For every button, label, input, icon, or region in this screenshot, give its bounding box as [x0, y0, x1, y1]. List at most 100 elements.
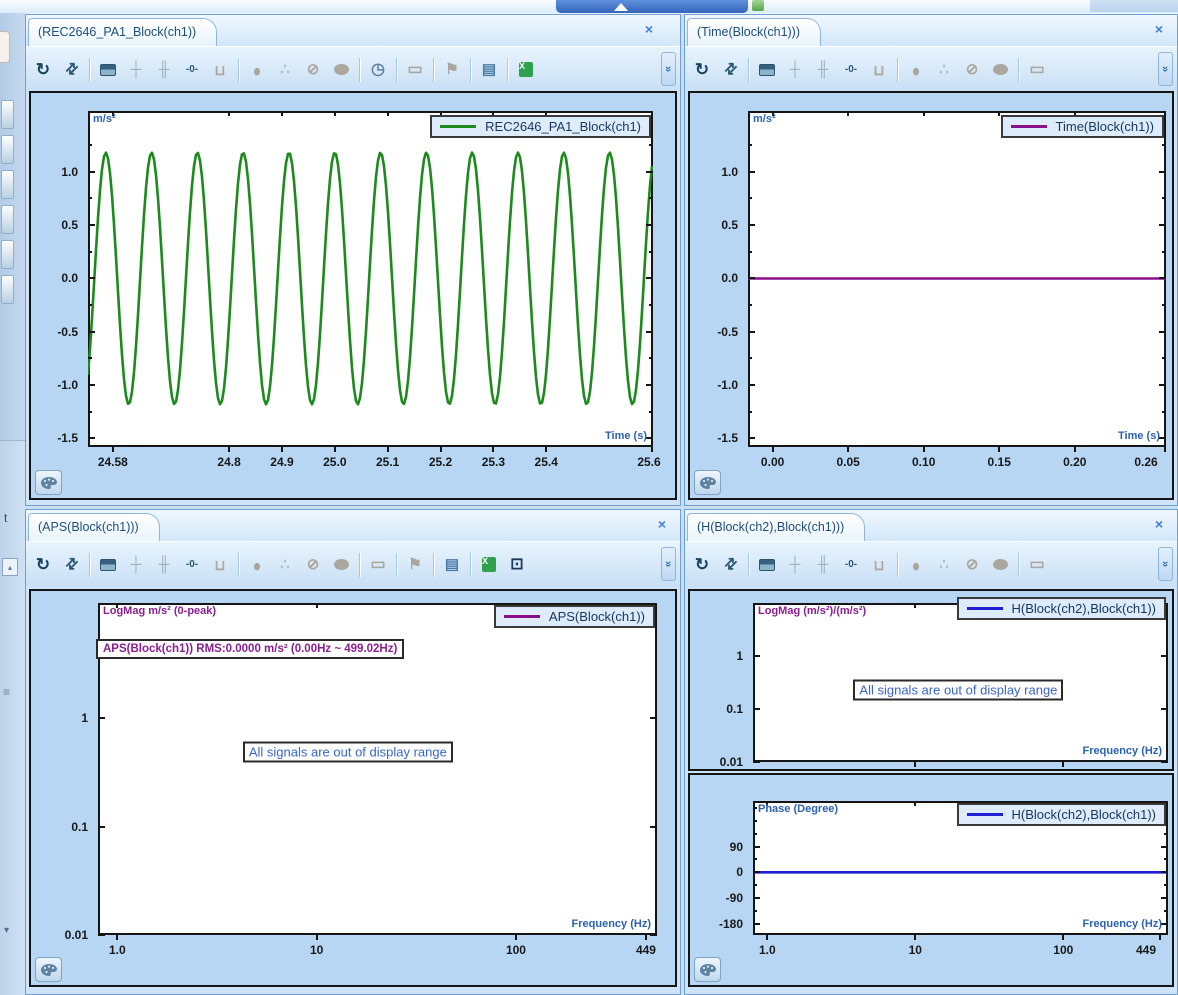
window-icon[interactable]: [98, 58, 118, 82]
axis-tick: [88, 437, 95, 439]
sliders-icon[interactable]: ╫: [154, 553, 174, 577]
trash-icon[interactable]: ⊔: [869, 58, 889, 82]
excel-icon[interactable]: X: [479, 553, 499, 577]
toolbar-overflow-button[interactable]: »: [1158, 547, 1173, 581]
axis-tick: [88, 384, 95, 386]
axis-tick: [1161, 761, 1168, 763]
ruler-icon[interactable]: ▭: [1027, 553, 1047, 577]
refresh-icon[interactable]: ↻: [33, 553, 53, 577]
dock-mini-button[interactable]: [1, 170, 14, 199]
close-icon[interactable]: ×: [658, 517, 666, 531]
no-draw-icon[interactable]: ⊘: [303, 553, 323, 577]
scatter-icon[interactable]: ∴: [275, 58, 295, 82]
window-icon[interactable]: [98, 553, 118, 577]
comment-icon[interactable]: [331, 58, 351, 82]
dock-mini-button[interactable]: [1, 100, 14, 129]
close-icon[interactable]: ×: [645, 22, 653, 36]
no-draw-icon[interactable]: ⊘: [962, 58, 982, 82]
pin-icon[interactable]: ●: [247, 553, 267, 577]
excel-icon[interactable]: X: [516, 58, 536, 82]
window-icon[interactable]: [757, 58, 777, 82]
pin-icon[interactable]: ●: [906, 58, 926, 82]
flag-icon[interactable]: ⚑: [405, 553, 425, 577]
pin-icon[interactable]: ●: [906, 553, 926, 577]
ruler-icon[interactable]: ▭: [368, 553, 388, 577]
axis-tick: [387, 111, 389, 116]
panel-tab[interactable]: (REC2646_PA1_Block(ch1)): [28, 18, 217, 46]
close-icon[interactable]: ×: [1155, 22, 1163, 36]
dock-mini-button[interactable]: [1, 205, 14, 234]
panel-tab[interactable]: (Time(Block(ch1))): [687, 18, 821, 46]
panel-tab[interactable]: (H(Block(ch2),Block(ch1))): [687, 513, 865, 541]
palette-button[interactable]: [35, 957, 62, 982]
no-draw-icon[interactable]: ⊘: [303, 58, 323, 82]
comment-icon[interactable]: [990, 553, 1010, 577]
close-icon[interactable]: ×: [1155, 517, 1163, 531]
sliders-icon[interactable]: ╫: [813, 553, 833, 577]
axis-minor-tick: [649, 304, 653, 306]
tick-label: 1: [31, 711, 88, 725]
note-icon[interactable]: ▤: [442, 553, 462, 577]
toolbar-overflow-button[interactable]: »: [661, 547, 676, 581]
dock-arrow-icon[interactable]: ▾: [4, 925, 9, 936]
axis-tick: [651, 446, 653, 452]
note-icon[interactable]: ▤: [479, 58, 499, 82]
sliders-icon[interactable]: ╫: [154, 58, 174, 82]
expand-icon[interactable]: ⇅: [720, 58, 740, 82]
window-icon[interactable]: [757, 553, 777, 577]
refresh-icon[interactable]: ↻: [692, 58, 712, 82]
dock-mini-button[interactable]: [1, 275, 14, 304]
dock-mini-button[interactable]: [1, 240, 14, 269]
dock-menu-icon[interactable]: ≡: [3, 685, 10, 699]
dock-caret-icon[interactable]: ▴: [2, 558, 18, 576]
toolbar-overflow-button[interactable]: »: [661, 52, 676, 86]
axis-minor-tick: [748, 144, 752, 146]
comment-icon[interactable]: [331, 553, 351, 577]
expand-icon[interactable]: ⇅: [61, 553, 81, 577]
axis-tick: [914, 934, 916, 940]
slider-icon[interactable]: ┼: [785, 553, 805, 577]
tick-label: 1.0: [690, 165, 738, 179]
palette-button[interactable]: [694, 957, 721, 982]
dock-button-fragment[interactable]: [0, 31, 10, 63]
refresh-icon[interactable]: ↻: [33, 58, 53, 82]
out-of-range-message: All signals are out of display range: [243, 742, 453, 763]
trash-icon[interactable]: ⊔: [210, 58, 230, 82]
camera-icon[interactable]: ⊡: [507, 553, 527, 577]
clock-icon[interactable]: ◷: [368, 58, 388, 82]
rms-readout: APS(Block(ch1)) RMS:0.0000 m/s² (0.00Hz …: [96, 639, 404, 659]
ruler-icon[interactable]: ▭: [1027, 58, 1047, 82]
slider-icon[interactable]: ┼: [126, 553, 146, 577]
axis-tick: [645, 934, 647, 940]
node-icon[interactable]: -0-: [841, 58, 861, 82]
refresh-icon[interactable]: ↻: [692, 553, 712, 577]
ruler-icon[interactable]: ▭: [405, 58, 425, 82]
expand-icon[interactable]: ⇅: [720, 553, 740, 577]
scatter-icon[interactable]: ∴: [275, 553, 295, 577]
node-icon[interactable]: -0-: [182, 58, 202, 82]
slider-icon[interactable]: ┼: [785, 58, 805, 82]
comment-icon[interactable]: [990, 58, 1010, 82]
node-icon[interactable]: -0-: [182, 553, 202, 577]
ribbon-collapse-handle[interactable]: [556, 0, 748, 13]
axis-minor-tick: [88, 144, 92, 146]
dock-mini-button[interactable]: [1, 135, 14, 164]
pin-icon[interactable]: ●: [247, 58, 267, 82]
toolbar-overflow-button[interactable]: »: [1158, 52, 1173, 86]
expand-icon[interactable]: ⇅: [61, 58, 81, 82]
no-draw-icon[interactable]: ⊘: [962, 553, 982, 577]
legend-label: Time(Block(ch1)): [1056, 119, 1154, 134]
scatter-icon[interactable]: ∴: [934, 553, 954, 577]
palette-button[interactable]: [35, 470, 62, 495]
slider-icon[interactable]: ┼: [126, 58, 146, 82]
axis-tick: [1159, 437, 1166, 439]
tick-label: 0.01: [31, 928, 88, 942]
flag-icon[interactable]: ⚑: [442, 58, 462, 82]
sliders-icon[interactable]: ╫: [813, 58, 833, 82]
node-icon[interactable]: -0-: [841, 553, 861, 577]
scatter-icon[interactable]: ∴: [934, 58, 954, 82]
trash-icon[interactable]: ⊔: [210, 553, 230, 577]
trash-icon[interactable]: ⊔: [869, 553, 889, 577]
panel-tab[interactable]: (APS(Block(ch1))): [28, 513, 160, 541]
palette-button[interactable]: [694, 470, 721, 495]
